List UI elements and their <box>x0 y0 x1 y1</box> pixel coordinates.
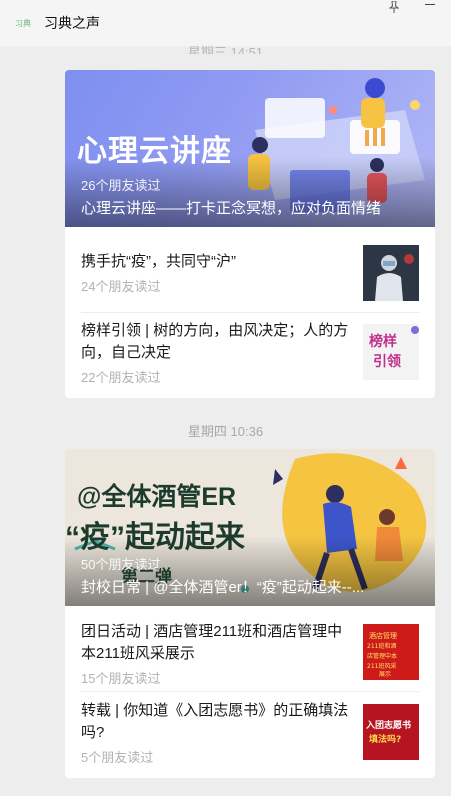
article-title: 转载 | 你知道《入团志愿书》的正确填法吗? <box>81 702 349 741</box>
svg-text:引领: 引领 <box>373 353 401 370</box>
article-group-card: @全体酒管ER “疫”起动起来 第二弹 50个朋友读过 封校日常 | @全体酒管… <box>65 449 435 778</box>
pin-icon[interactable] <box>387 0 401 14</box>
article-title: 榜样引领 | 树的方向，由风决定；人的方向，自己决定 <box>81 322 349 361</box>
article-title: 携手抗“疫”，共同守“沪” <box>81 253 236 270</box>
hero-title: 心理云讲座——打卡正念冥想，应对负面情绪 <box>81 200 382 217</box>
app-logo: 习典 <box>12 12 34 34</box>
role-model-thumbnail[interactable]: 榜样 引领 <box>363 324 419 380</box>
app-logo-text: 习典 <box>15 18 31 28</box>
svg-text:展示: 展示 <box>379 671 391 678</box>
svg-text:填法吗?: 填法吗? <box>369 733 401 745</box>
svg-text:店管理中本: 店管理中本 <box>367 652 397 660</box>
medical-worker-thumbnail[interactable] <box>363 245 419 301</box>
hero-readers: 50个朋友读过 <box>81 557 161 572</box>
app-title: 习典之声 <box>44 15 100 31</box>
item-divider <box>81 312 419 313</box>
timestamp-mid: 星期四 10:36 <box>187 424 264 439</box>
svg-text:酒店管理: 酒店管理 <box>369 631 397 640</box>
hero-readers: 26个朋友读过 <box>81 178 161 193</box>
hero-overlay-line2: “疫”起动起来 <box>65 521 245 554</box>
hero-article[interactable]: @全体酒管ER “疫”起动起来 第二弹 50个朋友读过 封校日常 | @全体酒管… <box>65 449 435 606</box>
svg-text:211班和酒: 211班和酒 <box>367 642 396 650</box>
class-showcase-thumbnail[interactable]: 酒店管理 211班和酒 店管理中本 211班风采 展示 <box>363 624 419 680</box>
item-divider <box>81 691 419 692</box>
hero-overlay-line1: @全体酒管ER <box>77 483 237 511</box>
article-title: 团日活动 | 酒店管理211班和酒店管理中本211班风采展示 <box>81 623 343 662</box>
hero-overlay-text: 心理云讲座 <box>77 135 232 168</box>
minimize-icon[interactable] <box>425 4 435 5</box>
article-group-card: 心理云讲座 26个朋友读过 心理云讲座——打卡正念冥想，应对负面情绪 携手抗“疫… <box>65 70 435 398</box>
hero-article[interactable]: 心理云讲座 26个朋友读过 心理云讲座——打卡正念冥想，应对负面情绪 <box>65 70 435 227</box>
svg-text:211班风采: 211班风采 <box>367 662 396 670</box>
timestamp-top: 星期三 14:51 <box>187 45 264 54</box>
svg-text:入团志愿书: 入团志愿书 <box>365 719 411 731</box>
league-application-thumbnail[interactable]: 入团志愿书 填法吗? <box>363 704 419 760</box>
hero-title: 封校日常 | @全体酒管er！“疫”起动起来--... <box>81 579 365 596</box>
window-titlebar: 习典 习典之声 <box>0 0 451 46</box>
svg-text:榜样: 榜样 <box>369 333 397 350</box>
